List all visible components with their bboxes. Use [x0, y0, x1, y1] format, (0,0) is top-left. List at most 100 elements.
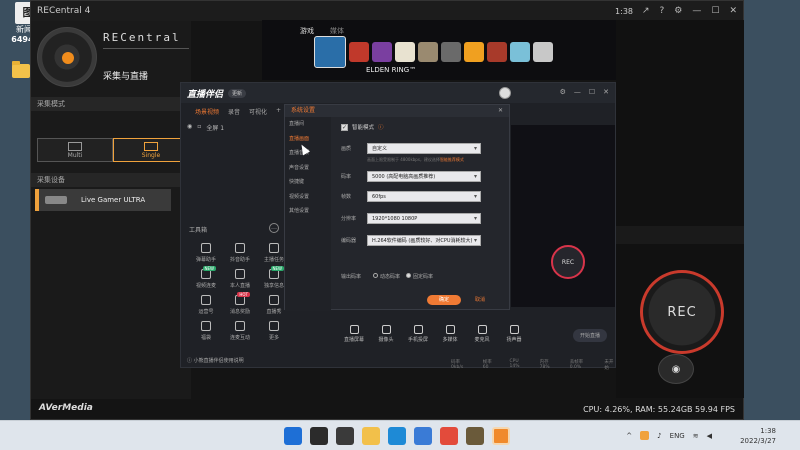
- source-button[interactable]: 麦克风: [471, 325, 493, 343]
- tool-item[interactable]: 福袋: [189, 321, 223, 341]
- minimize-button[interactable]: —: [692, 6, 701, 16]
- source-button[interactable]: 摄像头: [375, 325, 397, 343]
- field-dropdown[interactable]: 1920*1080 1080P: [367, 213, 481, 224]
- source-label: 麦克风: [474, 337, 490, 343]
- tab-audio[interactable]: 录音: [228, 107, 240, 116]
- mini-record-button[interactable]: REC: [551, 245, 585, 279]
- clock-time: 1:38: [760, 427, 776, 435]
- field-dropdown[interactable]: 5000 (高配电脑高画质推荐): [367, 171, 481, 182]
- settings-menu-item[interactable]: 快捷键: [285, 175, 331, 190]
- hint-link[interactable]: 智能推荐模式: [440, 157, 464, 162]
- source-button[interactable]: 手机投屏: [407, 325, 429, 343]
- snapshot-button[interactable]: ◉: [658, 354, 694, 384]
- share-icon[interactable]: ↗: [642, 6, 650, 16]
- lock-icon[interactable]: ▫: [197, 123, 201, 132]
- help-link[interactable]: ⓘ 小熊直播伴侣使用说明: [187, 357, 244, 364]
- settings-menu-item[interactable]: 直播画面: [285, 132, 331, 147]
- source-button[interactable]: 直播屏幕: [343, 325, 365, 343]
- close-button[interactable]: ✕: [603, 88, 609, 96]
- tool-item[interactable]: HOT 消息奖励: [223, 292, 257, 315]
- game-tile[interactable]: [349, 42, 369, 62]
- close-button[interactable]: ✕: [729, 6, 737, 16]
- tray-expand-icon[interactable]: ^: [626, 432, 632, 440]
- mic-icon[interactable]: ♪: [657, 432, 661, 440]
- clock[interactable]: 1:38 2022/3/27: [740, 426, 776, 446]
- more-icon[interactable]: …: [269, 223, 279, 233]
- tab-scene[interactable]: 场景视频: [195, 107, 219, 116]
- game-tile[interactable]: [395, 42, 415, 62]
- help-icon[interactable]: ?: [660, 6, 665, 16]
- tab-visual[interactable]: 可视化: [249, 107, 267, 116]
- record-button[interactable]: REC: [640, 270, 724, 354]
- settings-icon[interactable]: ⚙: [674, 6, 682, 16]
- stat-item: 丢帧率 0.0%: [569, 360, 584, 370]
- settings-menu-item[interactable]: 直播间: [285, 117, 331, 132]
- tab-media[interactable]: 媒体: [330, 26, 344, 36]
- tray-app-icon[interactable]: [640, 431, 650, 440]
- volume-icon[interactable]: ◀: [707, 432, 712, 440]
- language-indicator[interactable]: ENG: [670, 432, 685, 440]
- mode-single-button[interactable]: Single: [113, 138, 189, 162]
- cancel-button[interactable]: 取消: [475, 296, 485, 303]
- game-tile[interactable]: [418, 42, 438, 62]
- game-tile[interactable]: [441, 42, 461, 62]
- chrome-icon[interactable]: [440, 427, 458, 445]
- game-tile[interactable]: [533, 42, 553, 62]
- maximize-button[interactable]: ☐: [711, 6, 719, 16]
- field-dropdown[interactable]: 60fps: [367, 191, 481, 202]
- radio-fixed[interactable]: 固定码率: [406, 273, 433, 280]
- tab-games[interactable]: 游戏: [300, 26, 314, 36]
- captured-game-strip: 游戏 媒体 ELDEN RING™: [262, 20, 616, 80]
- maximize-button[interactable]: ☐: [589, 88, 595, 96]
- settings-menu-item[interactable]: 视频设置: [285, 190, 331, 205]
- wifi-icon[interactable]: ≋: [693, 432, 699, 440]
- store-icon[interactable]: [414, 427, 432, 445]
- source-button[interactable]: 多媒体: [439, 325, 461, 343]
- mode-multi-button[interactable]: Multi: [37, 138, 113, 162]
- eye-icon[interactable]: ◉: [187, 123, 192, 132]
- source-button[interactable]: 扬声器: [503, 325, 525, 343]
- stream-stats: 码率 0kb/s 帧率 60 CPU 14% 内存 78% 丢帧率 0.0% 未开始: [451, 359, 615, 371]
- app-icon[interactable]: [492, 427, 510, 445]
- game-tile[interactable]: [314, 36, 346, 68]
- device-item[interactable]: Live Gamer ULTRA: [35, 189, 171, 211]
- tool-icon: NEW: [269, 266, 284, 279]
- help-icon[interactable]: ⓘ: [378, 123, 384, 131]
- folder-icon[interactable]: [12, 61, 30, 78]
- taskview-icon[interactable]: [336, 427, 354, 445]
- search-icon[interactable]: [310, 427, 328, 445]
- avatar[interactable]: [499, 87, 511, 99]
- game-tile[interactable]: [372, 42, 392, 62]
- update-badge[interactable]: 更新: [228, 88, 247, 98]
- tool-item[interactable]: 弹幕助手: [189, 243, 223, 263]
- tool-label: 消息奖励: [229, 309, 250, 315]
- settings-menu-item[interactable]: 声音设置: [285, 161, 331, 176]
- settings-menu-item[interactable]: 其他设置: [285, 204, 331, 219]
- game-icon[interactable]: [466, 427, 484, 445]
- smart-mode-checkbox[interactable]: ✓ 智能模式 ⓘ: [341, 123, 507, 131]
- field-dropdown[interactable]: H.264软件编码 (画质较好、对CPU消耗较大): [367, 235, 481, 246]
- radio-dynamic[interactable]: 动态码率: [373, 273, 400, 280]
- close-icon[interactable]: ✕: [498, 107, 503, 114]
- scene-item[interactable]: ◉ ▫ 全屏 1: [187, 123, 224, 132]
- field-label: 编码器: [341, 238, 357, 244]
- tool-item[interactable]: 运营号: [189, 295, 223, 315]
- game-tile[interactable]: [487, 42, 507, 62]
- tool-item[interactable]: NEW 视频连麦: [189, 266, 223, 289]
- ok-button[interactable]: 确定: [427, 295, 461, 305]
- tool-item[interactable]: 更多: [257, 321, 291, 341]
- settings-icon[interactable]: ⚙: [560, 88, 566, 96]
- edge-icon[interactable]: [388, 427, 406, 445]
- tool-item[interactable]: 本人直播: [223, 269, 257, 289]
- settings-menu: 直播间 直播画面 直播音频 声音设置 快捷键 视频设置 其他设置: [285, 117, 331, 311]
- game-tile[interactable]: [464, 42, 484, 62]
- start-live-button[interactable]: 开始直播: [572, 329, 607, 342]
- field-dropdown[interactable]: 自定义: [367, 143, 481, 154]
- tool-item[interactable]: 连麦互动: [223, 321, 257, 341]
- game-tile[interactable]: [510, 42, 530, 62]
- windows-icon[interactable]: [284, 427, 302, 445]
- explorer-icon[interactable]: [362, 427, 380, 445]
- minimize-button[interactable]: —: [574, 88, 581, 96]
- tool-item[interactable]: 抖音助手: [223, 243, 257, 263]
- add-tab-button[interactable]: +: [276, 107, 281, 116]
